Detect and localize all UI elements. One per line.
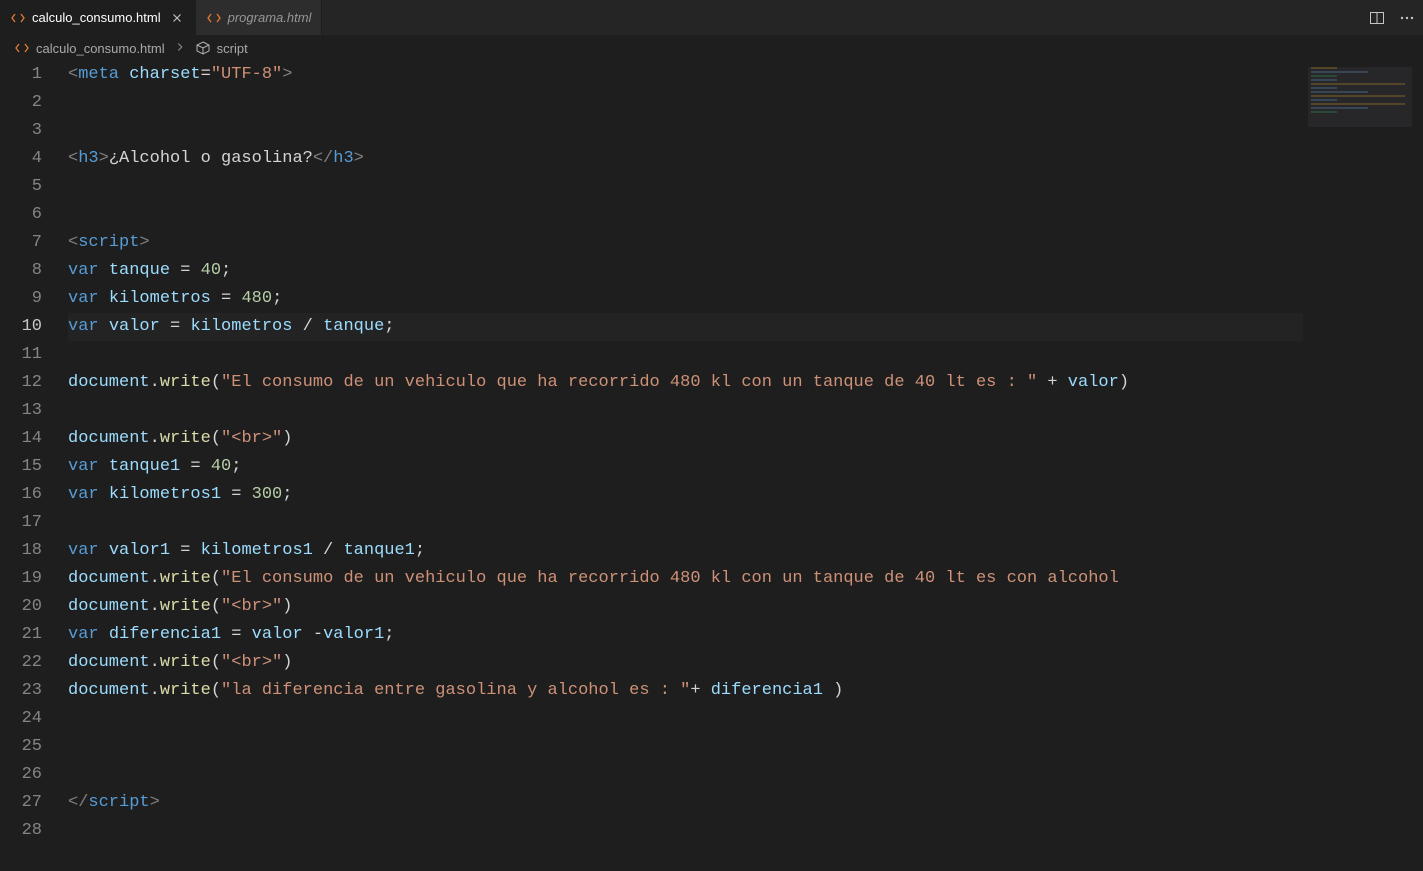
line-number: 18 — [0, 537, 42, 565]
code-line[interactable] — [68, 705, 1423, 733]
code-line[interactable]: var kilometros = 480; — [68, 285, 1423, 313]
minimap[interactable] — [1303, 61, 1423, 871]
line-number: 17 — [0, 509, 42, 537]
code-line[interactable]: var valor1 = kilometros1 / tanque1; — [68, 537, 1423, 565]
code-line[interactable]: document.write("<br>") — [68, 649, 1423, 677]
line-number: 4 — [0, 145, 42, 173]
line-number: 10 — [0, 313, 42, 341]
line-number: 27 — [0, 789, 42, 817]
line-number: 13 — [0, 397, 42, 425]
code-line[interactable]: var kilometros1 = 300; — [68, 481, 1423, 509]
line-number: 2 — [0, 89, 42, 117]
code-line[interactable] — [68, 201, 1423, 229]
code-content[interactable]: <meta charset="UTF-8"> <h3>¿Alcohol o ga… — [60, 61, 1423, 871]
breadcrumbs: calculo_consumo.html script — [0, 35, 1423, 61]
code-line[interactable] — [68, 509, 1423, 537]
tab-bar: calculo_consumo.html programa.html — [0, 0, 1423, 35]
code-line[interactable]: </script> — [68, 789, 1423, 817]
code-line[interactable]: <h3>¿Alcohol o gasolina?</h3> — [68, 145, 1423, 173]
line-number: 23 — [0, 677, 42, 705]
line-number: 6 — [0, 201, 42, 229]
split-editor-icon[interactable] — [1369, 10, 1385, 26]
more-actions-icon[interactable] — [1399, 10, 1415, 26]
code-line[interactable]: var tanque1 = 40; — [68, 453, 1423, 481]
tab-actions — [1369, 10, 1415, 26]
line-number: 16 — [0, 481, 42, 509]
code-editor[interactable]: 1234567891011121314151617181920212223242… — [0, 61, 1423, 871]
tabs-container: calculo_consumo.html programa.html — [0, 0, 322, 35]
code-line[interactable] — [68, 89, 1423, 117]
editor-tab[interactable]: programa.html — [196, 0, 323, 35]
line-gutter: 1234567891011121314151617181920212223242… — [0, 61, 60, 871]
line-number: 12 — [0, 369, 42, 397]
line-number: 11 — [0, 341, 42, 369]
html-file-icon — [206, 10, 222, 26]
code-line[interactable]: document.write("El consumo de un vehicul… — [68, 369, 1423, 397]
symbol-icon — [195, 40, 211, 56]
code-line[interactable] — [68, 341, 1423, 369]
line-number: 21 — [0, 621, 42, 649]
code-line[interactable] — [68, 733, 1423, 761]
line-number: 26 — [0, 761, 42, 789]
line-number: 24 — [0, 705, 42, 733]
breadcrumb-symbol[interactable]: script — [195, 40, 248, 56]
breadcrumb-separator — [173, 40, 187, 57]
line-number: 19 — [0, 565, 42, 593]
tab-label: calculo_consumo.html — [32, 10, 161, 25]
code-line[interactable]: document.write("<br>") — [68, 593, 1423, 621]
code-line[interactable]: var tanque = 40; — [68, 257, 1423, 285]
code-line[interactable] — [68, 117, 1423, 145]
html-file-icon — [14, 40, 30, 56]
minimap-viewport[interactable] — [1308, 67, 1412, 127]
code-line[interactable] — [68, 761, 1423, 789]
close-tab-icon[interactable] — [169, 10, 185, 26]
editor-area: 1234567891011121314151617181920212223242… — [0, 61, 1423, 871]
line-number: 9 — [0, 285, 42, 313]
line-number: 15 — [0, 453, 42, 481]
line-number: 25 — [0, 733, 42, 761]
line-number: 5 — [0, 173, 42, 201]
line-number: 22 — [0, 649, 42, 677]
code-line[interactable] — [68, 397, 1423, 425]
code-line[interactable] — [68, 817, 1423, 845]
code-line[interactable]: document.write("la diferencia entre gaso… — [68, 677, 1423, 705]
code-line[interactable]: document.write("El consumo de un vehicul… — [68, 565, 1423, 593]
breadcrumb-file-label: calculo_consumo.html — [36, 41, 165, 56]
breadcrumb-symbol-label: script — [217, 41, 248, 56]
line-number: 3 — [0, 117, 42, 145]
line-number: 8 — [0, 257, 42, 285]
breadcrumb-file[interactable]: calculo_consumo.html — [14, 40, 165, 56]
code-line[interactable]: document.write("<br>") — [68, 425, 1423, 453]
line-number: 20 — [0, 593, 42, 621]
code-line[interactable] — [68, 173, 1423, 201]
line-number: 1 — [0, 61, 42, 89]
code-line[interactable]: <script> — [68, 229, 1423, 257]
code-line[interactable]: <meta charset="UTF-8"> — [68, 61, 1423, 89]
line-number: 14 — [0, 425, 42, 453]
editor-tab[interactable]: calculo_consumo.html — [0, 0, 196, 35]
tab-label: programa.html — [228, 10, 312, 25]
code-line[interactable]: var diferencia1 = valor -valor1; — [68, 621, 1423, 649]
html-file-icon — [10, 10, 26, 26]
line-number: 28 — [0, 817, 42, 845]
line-number: 7 — [0, 229, 42, 257]
code-line[interactable]: var valor = kilometros / tanque; — [68, 313, 1423, 341]
